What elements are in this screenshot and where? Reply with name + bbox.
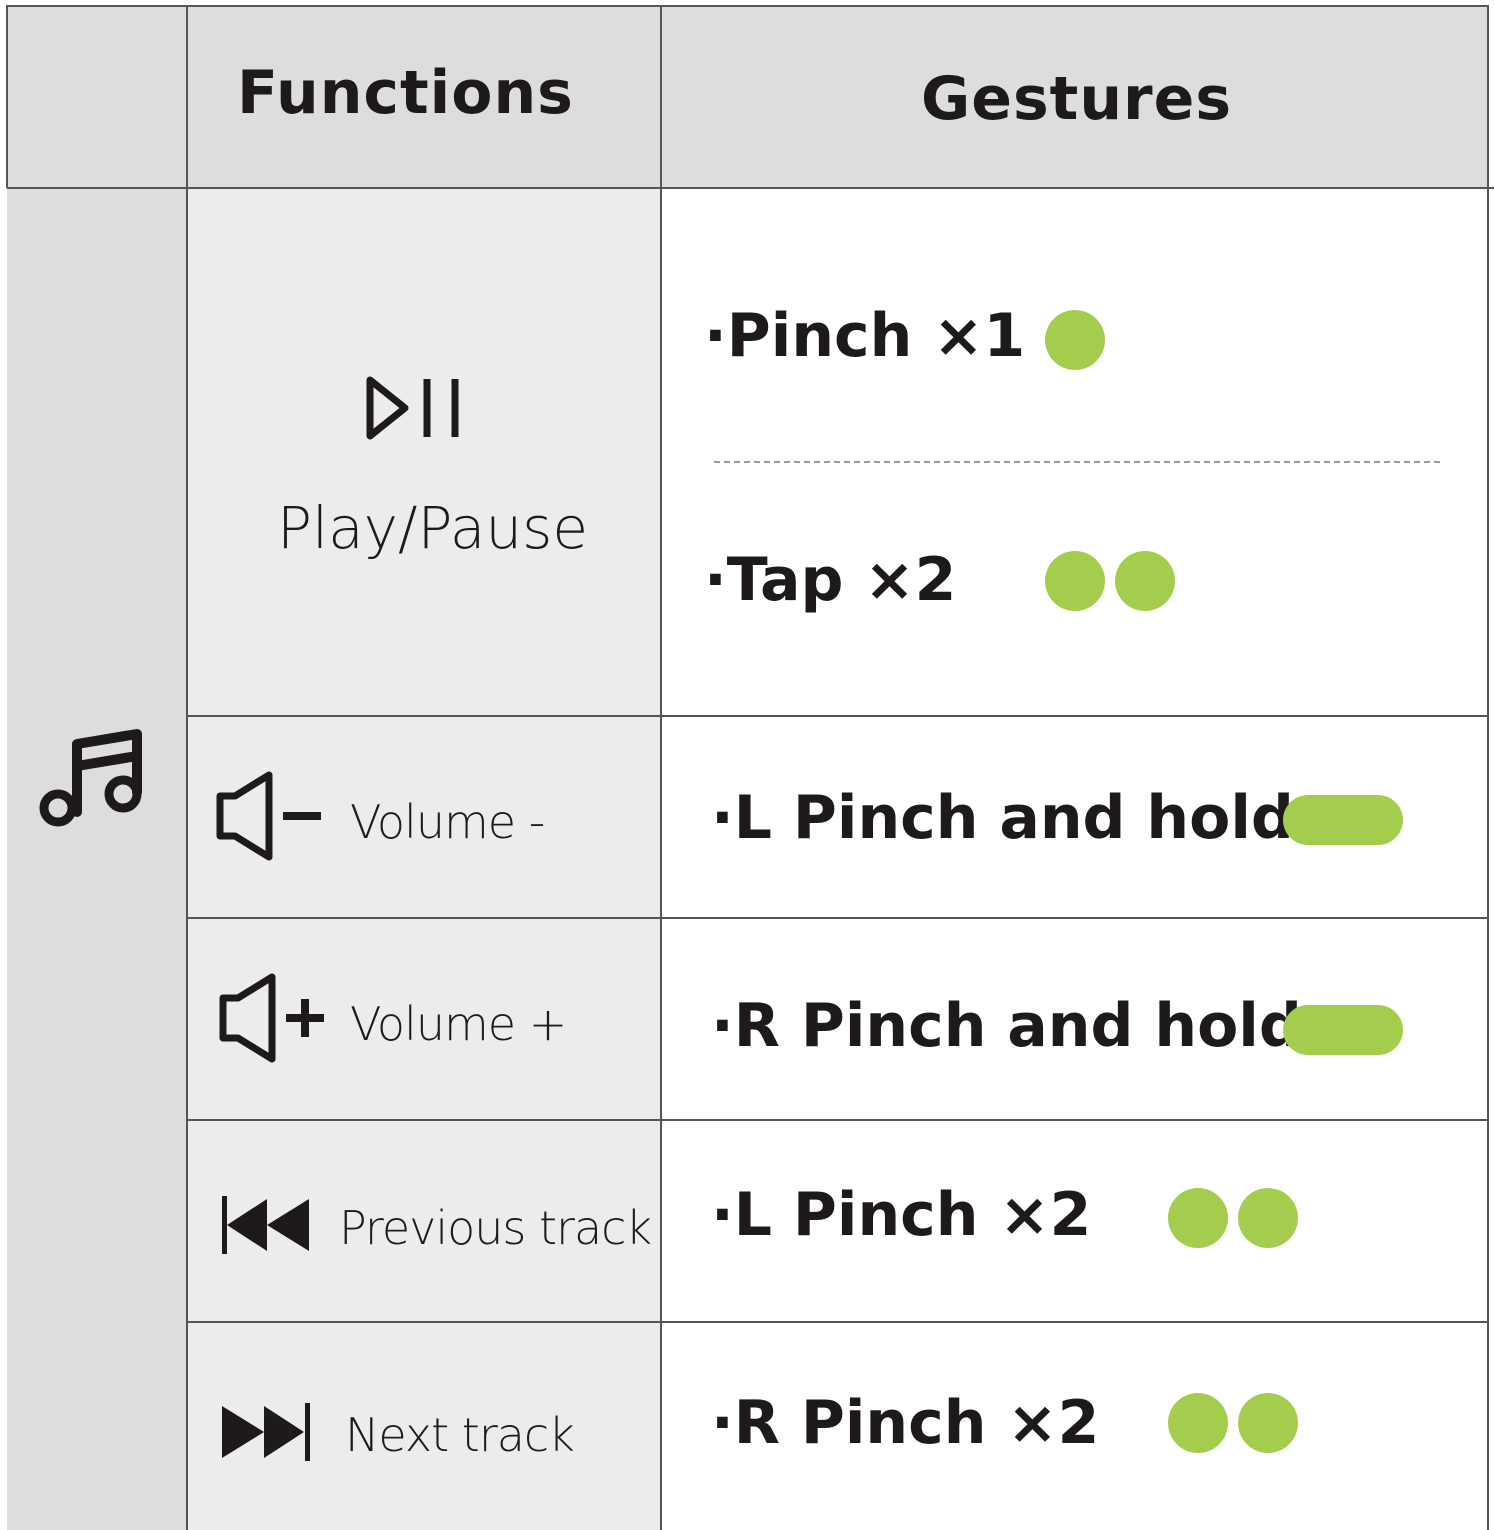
gesture-table-page: { "header": { "col_functions": "Function…	[0, 0, 1494, 1530]
volume-up-icon	[218, 972, 328, 1064]
gesture-label: ·Pinch ×1	[704, 301, 1026, 371]
function-label: Play/Pause	[277, 494, 589, 562]
double-dot-indicator	[1115, 551, 1175, 611]
function-label: Volume +	[350, 997, 567, 1051]
column-divider	[660, 5, 662, 1530]
row-divider	[187, 715, 1488, 717]
next-track-icon	[220, 1403, 312, 1461]
row-divider	[187, 1119, 1488, 1121]
border-left	[6, 5, 8, 188]
volume-down-icon	[215, 770, 325, 862]
single-dot-indicator	[1045, 310, 1105, 370]
header-divider	[7, 187, 1494, 189]
double-dot-indicator	[1045, 551, 1105, 611]
border-right	[1487, 5, 1489, 1530]
previous-track-icon	[220, 1196, 312, 1254]
music-note-icon	[38, 726, 148, 830]
gesture-label: ·Tap ×2	[704, 545, 957, 615]
double-dot-indicator	[1238, 1393, 1298, 1453]
double-dot-indicator	[1168, 1393, 1228, 1453]
header-functions: Functions	[237, 58, 574, 128]
gestures-column	[661, 188, 1488, 1530]
border-top	[7, 5, 1488, 7]
dashed-divider	[714, 461, 1440, 463]
function-label: Volume -	[350, 795, 545, 849]
table-header	[7, 6, 1488, 188]
gesture-label: ·L Pinch and hold	[711, 783, 1294, 853]
play-pause-icon	[365, 375, 465, 441]
row-divider	[187, 917, 1488, 919]
column-divider	[186, 5, 188, 1530]
row-divider	[187, 1321, 1488, 1323]
gesture-label: ·R Pinch ×2	[711, 1388, 1100, 1458]
function-label: Previous track	[339, 1201, 652, 1255]
double-dot-indicator	[1238, 1188, 1298, 1248]
gesture-label: ·R Pinch and hold	[711, 991, 1302, 1061]
long-pill-indicator	[1283, 1005, 1403, 1055]
function-label: Next track	[345, 1408, 575, 1462]
category-column	[7, 188, 187, 1530]
header-gestures: Gestures	[921, 64, 1233, 134]
double-dot-indicator	[1168, 1188, 1228, 1248]
long-pill-indicator	[1283, 795, 1403, 845]
gesture-label: ·L Pinch ×2	[711, 1180, 1092, 1250]
